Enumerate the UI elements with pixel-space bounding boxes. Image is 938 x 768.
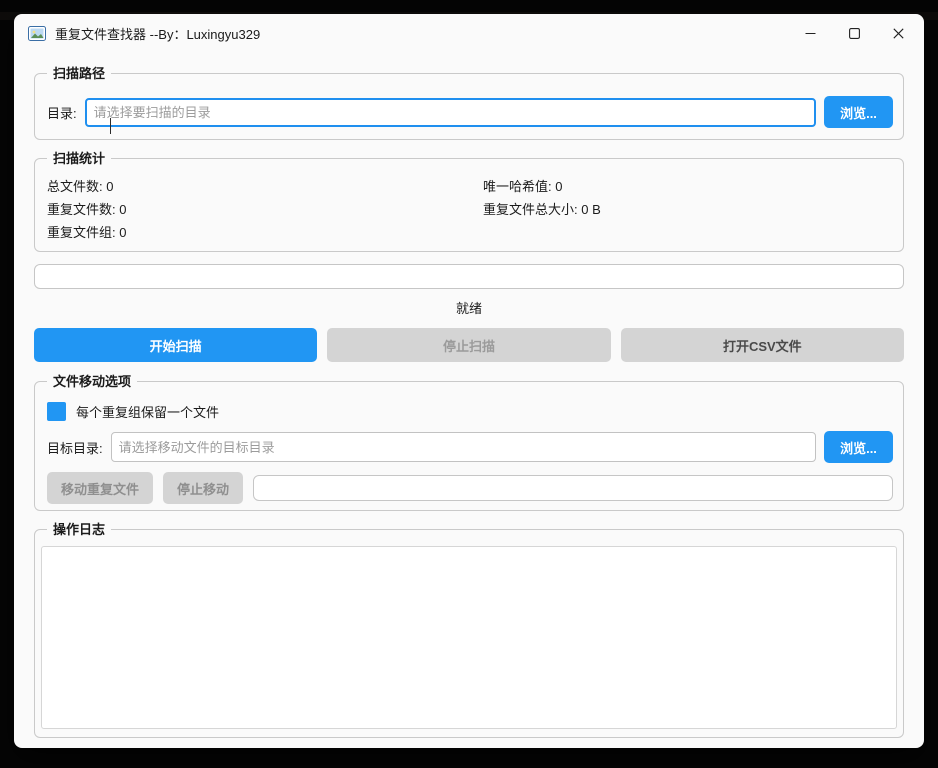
stat-duplicate-files-value: 0: [119, 202, 126, 217]
move-duplicates-button[interactable]: 移动重复文件: [47, 472, 153, 504]
target-directory-label: 目标目录:: [47, 438, 103, 457]
start-scan-button[interactable]: 开始扫描: [34, 328, 317, 362]
log-text-area[interactable]: [41, 546, 897, 729]
maximize-button[interactable]: [832, 14, 876, 52]
window-content: 扫描路径 目录: 浏览... 扫描统计 总文件数: 0 重复文件数: 0: [14, 73, 924, 738]
stat-total-files: 总文件数: 0: [47, 179, 483, 194]
stat-total-files-value: 0: [106, 179, 113, 194]
stats-right-column: 唯一哈希值: 0 重复文件总大小: 0 B: [483, 179, 891, 240]
scan-stats-legend: 扫描统计: [47, 150, 111, 167]
stat-unique-hashes: 唯一哈希值: 0: [483, 179, 891, 194]
app-icon: [28, 26, 46, 41]
browse-scan-button[interactable]: 浏览...: [824, 96, 893, 128]
app-window: 重复文件查找器 --By：Luxingyu329 扫描路径 目录: 浏览... …: [14, 14, 924, 748]
scan-directory-input[interactable]: [85, 98, 816, 127]
stat-duplicate-groups: 重复文件组: 0: [47, 225, 483, 240]
move-progress-bar: [253, 475, 893, 501]
status-text: 就绪: [34, 298, 904, 316]
target-directory-input[interactable]: [111, 432, 816, 462]
stat-duplicate-total-size: 重复文件总大小: 0 B: [483, 202, 891, 217]
close-button[interactable]: [876, 14, 920, 52]
open-csv-button[interactable]: 打开CSV文件: [621, 328, 904, 362]
close-icon: [893, 28, 904, 39]
main-actions-row: 开始扫描 停止扫描 打开CSV文件: [34, 328, 904, 362]
operation-log-legend: 操作日志: [47, 521, 111, 538]
maximize-icon: [849, 28, 860, 39]
minimize-button[interactable]: [788, 14, 832, 52]
move-options-legend: 文件移动选项: [47, 373, 137, 390]
text-caret: [110, 118, 111, 134]
stats-left-column: 总文件数: 0 重复文件数: 0 重复文件组: 0: [47, 179, 483, 240]
minimize-icon: [805, 28, 816, 39]
titlebar: 重复文件查找器 --By：Luxingyu329: [14, 14, 924, 52]
keep-one-label: 每个重复组保留一个文件: [76, 402, 219, 421]
keep-one-checkbox[interactable]: [47, 402, 66, 421]
stat-duplicate-total-size-value: 0 B: [581, 202, 601, 217]
window-title: 重复文件查找器 --By：Luxingyu329: [55, 24, 260, 43]
stat-duplicate-files: 重复文件数: 0: [47, 202, 483, 217]
browse-target-button[interactable]: 浏览...: [824, 431, 893, 463]
stat-duplicate-groups-value: 0: [119, 225, 126, 240]
stat-unique-hashes-value: 0: [555, 179, 562, 194]
scan-stats-group: 扫描统计 总文件数: 0 重复文件数: 0 重复文件组: 0: [34, 158, 904, 252]
scan-progress-bar: [34, 264, 904, 289]
stop-move-button[interactable]: 停止移动: [163, 472, 243, 504]
stop-scan-button[interactable]: 停止扫描: [327, 328, 610, 362]
scan-path-group: 扫描路径 目录: 浏览...: [34, 73, 904, 140]
operation-log-group: 操作日志: [34, 529, 904, 738]
move-options-group: 文件移动选项 每个重复组保留一个文件 目标目录: 浏览... 移动重复文件 停止…: [34, 381, 904, 511]
scan-path-legend: 扫描路径: [47, 65, 111, 82]
directory-label: 目录:: [47, 103, 77, 122]
